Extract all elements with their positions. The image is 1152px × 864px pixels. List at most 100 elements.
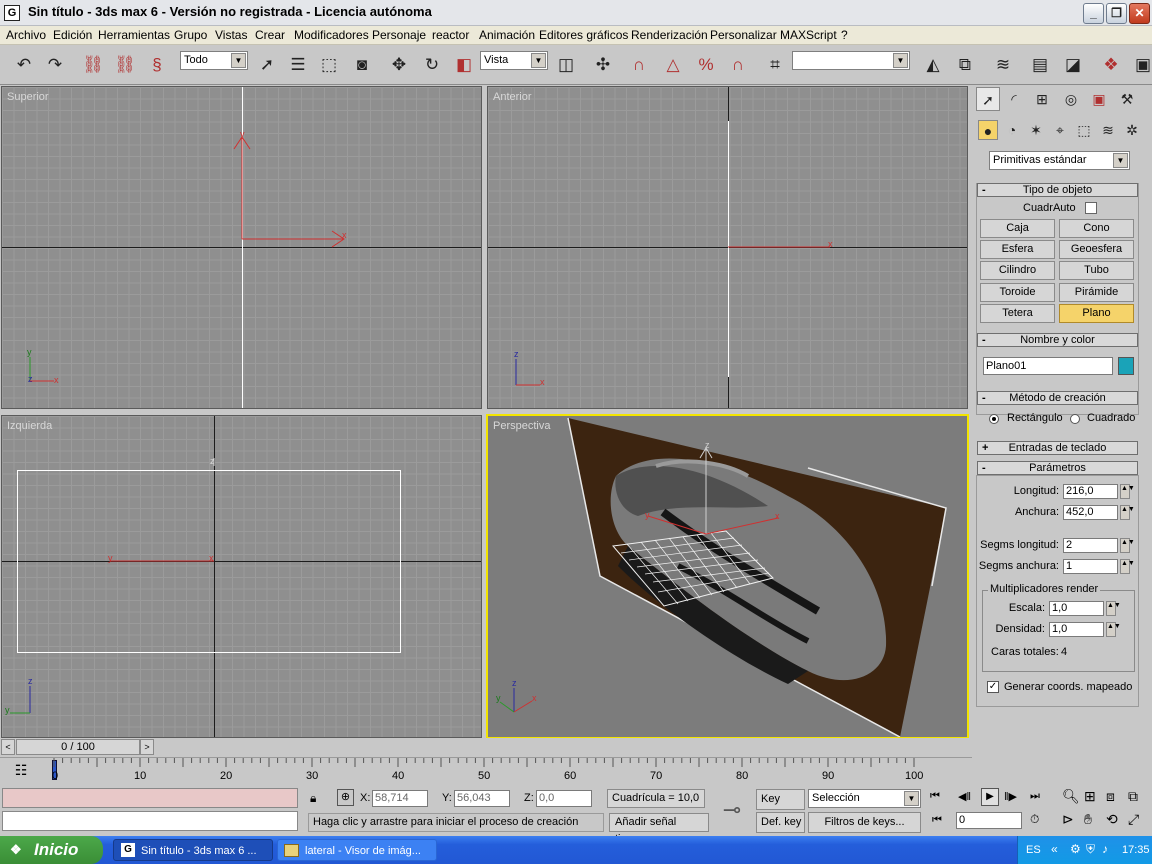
menu-crear[interactable]: Crear <box>255 28 285 42</box>
parameters-rollout-header[interactable]: - Parámetros <box>977 461 1138 475</box>
menu-personalizar[interactable]: Personalizar <box>710 28 777 42</box>
curve-editor-icon[interactable]: ▤ <box>1027 52 1053 78</box>
field-of-view-icon[interactable]: ⊳ <box>1062 811 1074 828</box>
helpers-icon[interactable]: ⬚ <box>1074 120 1094 140</box>
timeline[interactable]: ☷ 0 10 20 30 40 50 60 70 80 90 100 <box>0 757 972 786</box>
caja-button[interactable]: Caja <box>980 219 1055 238</box>
viewport-left[interactable]: Izquierda yx z zy <box>1 415 482 738</box>
select-scale-icon[interactable]: ◧ <box>451 52 477 78</box>
width-segs-input[interactable]: 1 <box>1063 559 1118 574</box>
hierarchy-tab-icon[interactable]: ⊞ <box>1030 87 1054 111</box>
length-spinner[interactable]: ▲▼ <box>1120 484 1135 499</box>
maximize-viewport-icon[interactable]: ⤢ <box>1128 811 1139 828</box>
link-icon[interactable]: ⛓ <box>80 52 106 78</box>
percent-snap-icon[interactable]: % <box>693 52 719 78</box>
menu-maxscript[interactable]: MAXScript <box>780 28 837 42</box>
name-color-rollout-header[interactable]: - Nombre y color <box>977 333 1138 347</box>
esfera-button[interactable]: Esfera <box>980 240 1055 259</box>
minimize-button[interactable]: _ <box>1083 3 1104 24</box>
close-button[interactable]: ✕ <box>1129 3 1150 24</box>
viewport-perspective[interactable]: Perspectiva z yx zx y <box>486 414 969 739</box>
next-frame-icon[interactable]: ‖▶ <box>1004 790 1017 803</box>
tray-network-icon[interactable]: ⚙ <box>1070 842 1081 856</box>
time-config-icon[interactable]: ⏱ <box>1030 812 1039 827</box>
shapes-icon[interactable]: ◔ <box>1002 120 1022 140</box>
menu-animacion[interactable]: Animación <box>479 28 535 42</box>
density-input[interactable]: 1,0 <box>1049 622 1104 637</box>
angle-snap-icon[interactable]: △ <box>660 52 686 78</box>
bind-space-warp-icon[interactable]: § <box>144 52 170 78</box>
create-tab-icon[interactable]: ➚ <box>976 87 1000 111</box>
cameras-icon[interactable]: ⌖ <box>1050 120 1070 140</box>
zoom-extents-all-icon[interactable]: ⧉ <box>1128 788 1138 805</box>
menu-vistas[interactable]: Vistas <box>215 28 247 42</box>
menu-modificadores[interactable]: Modificadores <box>294 28 369 42</box>
tubo-button[interactable]: Tubo <box>1059 261 1134 280</box>
slider-next-arrow[interactable]: > <box>140 739 154 755</box>
task-image-viewer[interactable]: lateral - Visor de imág... <box>277 839 437 861</box>
menu-grupo[interactable]: Grupo <box>174 28 207 42</box>
width-input[interactable]: 452,0 <box>1063 505 1118 520</box>
select-move-icon[interactable]: ✥ <box>386 52 412 78</box>
select-object-icon[interactable]: ➚ <box>254 52 280 78</box>
redo-icon[interactable]: ↷ <box>42 52 68 78</box>
render-scene-icon[interactable]: ▣ <box>1130 52 1152 78</box>
menu-personaje[interactable]: Personaje <box>372 28 426 42</box>
key-filters-button[interactable]: Filtros de keys... <box>808 812 921 833</box>
cuadrado-radio[interactable] <box>1070 414 1080 424</box>
utilities-tab-icon[interactable]: ⚒ <box>1115 87 1139 111</box>
object-type-rollout-header[interactable]: - Tipo de objeto <box>977 183 1138 197</box>
goto-start-icon[interactable]: ⏮ <box>930 790 940 803</box>
menu-edicion[interactable]: Edición <box>53 28 92 42</box>
set-key-icon[interactable]: ⊸ <box>712 792 752 828</box>
tray-volume-icon[interactable]: ♪ <box>1102 842 1108 856</box>
undo-icon[interactable]: ↶ <box>11 52 37 78</box>
width-spinner[interactable]: ▲▼ <box>1120 505 1135 520</box>
viewport-top[interactable]: Superior y x yx z <box>1 86 482 409</box>
width-segs-spinner[interactable]: ▲▼ <box>1120 559 1135 574</box>
layer-manager-icon[interactable]: ≋ <box>990 52 1016 78</box>
scale-input[interactable]: 1,0 <box>1049 601 1104 616</box>
select-manipulate-icon[interactable]: ✣ <box>590 52 616 78</box>
object-name-input[interactable]: Plano01 <box>983 357 1113 375</box>
pan-icon[interactable]: ✋︎ <box>1084 811 1092 828</box>
systems-icon[interactable]: ✲ <box>1122 120 1142 140</box>
edit-named-selection-icon[interactable]: ⌗ <box>762 52 788 78</box>
keyboard-entry-rollout-header[interactable]: + Entradas de teclado <box>977 441 1138 455</box>
menu-editores-graficos[interactable]: Editores gráficos <box>539 28 628 42</box>
task-3dsmax[interactable]: G Sin título - 3ds max 6 ... <box>113 839 273 861</box>
auto-key-button[interactable]: Key auto <box>756 789 805 824</box>
prev-frame-icon[interactable]: ◀‖ <box>958 790 971 803</box>
scale-spinner[interactable]: ▲▼ <box>1106 601 1121 616</box>
zoom-extents-icon[interactable]: ⧈ <box>1106 788 1115 805</box>
add-time-tag-button[interactable]: Añadir señal tiempo <box>609 813 709 845</box>
key-mode-dropdown[interactable]: Selección ▼ <box>808 789 921 808</box>
named-selection-dropdown[interactable]: ▼ <box>792 51 910 70</box>
absolute-mode-icon[interactable]: ⊕ <box>337 789 354 806</box>
key-mode-toggle-icon[interactable]: ⏮ <box>932 814 942 827</box>
reference-coord-dropdown[interactable]: Vista ▼ <box>480 51 548 70</box>
cilindro-button[interactable]: Cilindro <box>980 261 1055 280</box>
category-dropdown[interactable]: Primitivas estándar ▼ <box>989 151 1130 170</box>
length-segs-input[interactable]: 2 <box>1063 538 1118 553</box>
piramide-button[interactable]: Pirámide <box>1059 283 1134 302</box>
z-coord-input[interactable]: 0,0 <box>536 790 592 807</box>
maxscript-listener-mini[interactable] <box>2 788 298 808</box>
geometry-icon[interactable]: ● <box>978 120 998 140</box>
plano-button[interactable]: Plano <box>1059 304 1134 323</box>
selection-filter-dropdown[interactable]: Todo ▼ <box>180 51 248 70</box>
window-crossing-icon[interactable]: ◙ <box>349 52 375 78</box>
gen-mapping-checkbox[interactable]: ✓ <box>987 681 999 693</box>
spinner-snap-icon[interactable]: ∩ <box>725 52 751 78</box>
track-bar-icon[interactable]: ☷ <box>10 762 32 782</box>
schematic-view-icon[interactable]: ◪ <box>1060 52 1086 78</box>
geoesfera-button[interactable]: Geoesfera <box>1059 240 1134 259</box>
set-key-button[interactable]: Def. key <box>756 812 805 833</box>
toroide-button[interactable]: Toroide <box>980 283 1055 302</box>
tray-arrow-icon[interactable]: « <box>1051 842 1058 856</box>
menu-reactor[interactable]: reactor <box>432 28 469 42</box>
length-input[interactable]: 216,0 <box>1063 484 1118 499</box>
cono-button[interactable]: Cono <box>1059 219 1134 238</box>
snap-3d-icon[interactable]: ∩ <box>626 52 652 78</box>
lock-selection-icon[interactable]: 🔒︎ <box>310 791 316 806</box>
